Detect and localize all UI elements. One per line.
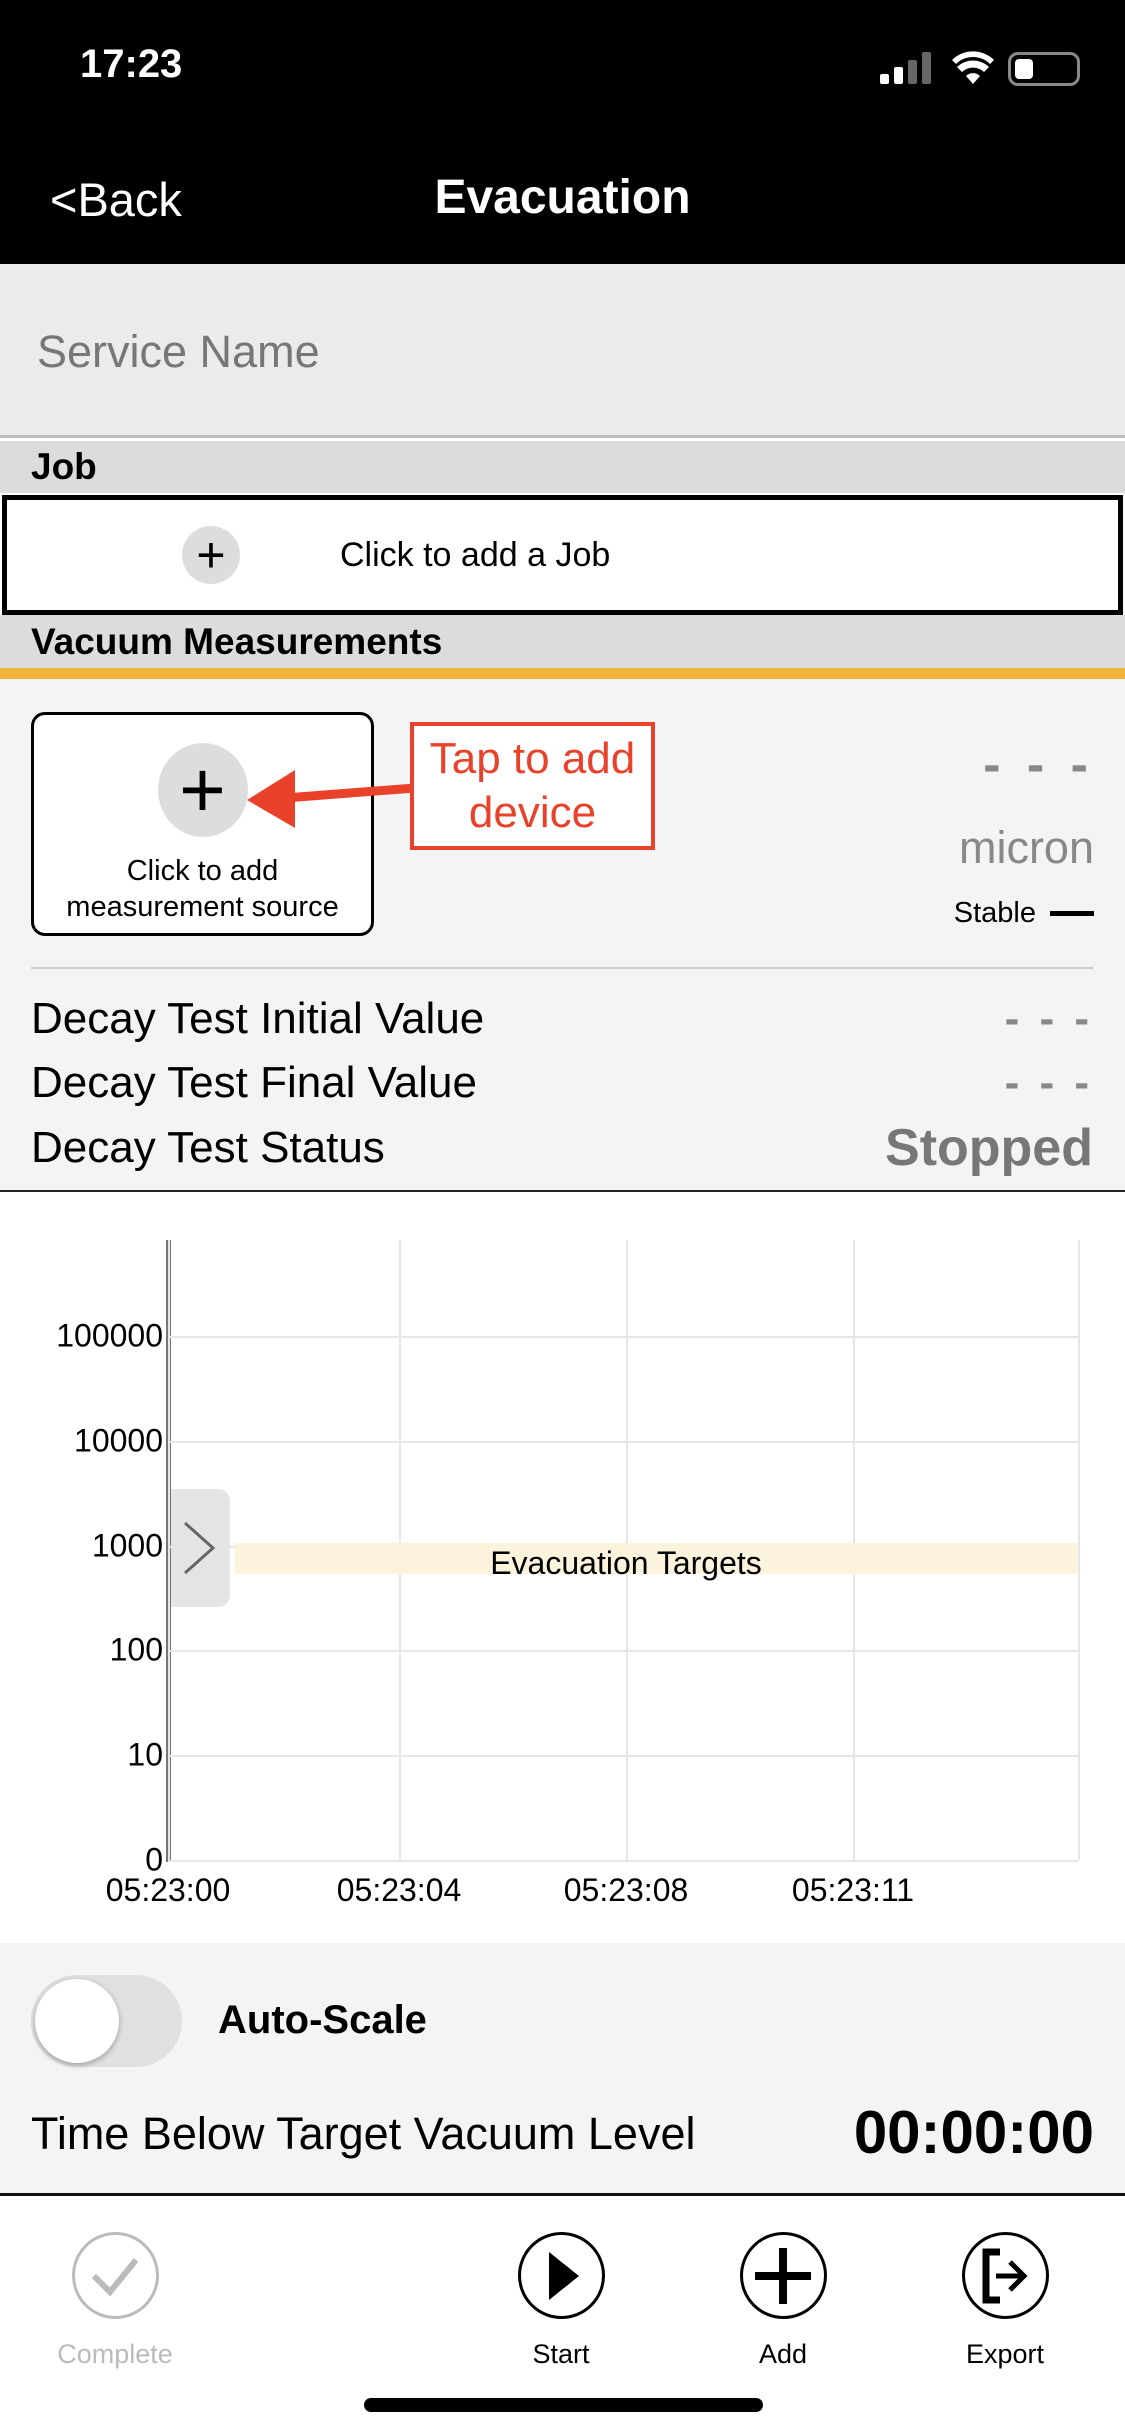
y-tick-label: 10 bbox=[127, 1736, 163, 1773]
auto-scale-toggle[interactable] bbox=[31, 1975, 182, 2067]
vacuum-reading: - - - bbox=[983, 736, 1094, 794]
add-source-label-2: measurement source bbox=[66, 891, 339, 923]
stability-indicator: Stable bbox=[954, 897, 1094, 930]
y-tick-label: 0 bbox=[145, 1841, 163, 1878]
y-tick-label: 100 bbox=[109, 1631, 163, 1668]
annotation-text: Tap to add bbox=[429, 734, 636, 783]
y-tick-label: 1000 bbox=[91, 1527, 163, 1564]
decay-row: Decay Test Status Stopped bbox=[31, 1118, 1093, 1178]
checkmark-circle-icon bbox=[71, 2232, 159, 2319]
x-tick-label: 05:23:11 bbox=[791, 1872, 915, 1908]
divider bbox=[31, 967, 1093, 969]
gridline-h bbox=[168, 1336, 1078, 1338]
annotation-text-2: device bbox=[468, 788, 597, 837]
decay-label: Decay Test Final Value bbox=[31, 1058, 477, 1107]
gridline-h bbox=[168, 1860, 1078, 1862]
decay-row: Decay Test Final Value - - - bbox=[31, 1053, 1093, 1113]
export-circle-icon bbox=[961, 2232, 1049, 2319]
service-name-field[interactable]: Service Name bbox=[0, 264, 1125, 438]
stability-label: Stable bbox=[953, 897, 1036, 929]
band-label: Evacuation Targets bbox=[490, 1545, 762, 1581]
service-name-placeholder: Service Name bbox=[37, 326, 320, 377]
add-job-label: Click to add a Job bbox=[340, 535, 611, 574]
tab-label: Complete bbox=[57, 2339, 173, 2369]
accent-divider bbox=[0, 668, 1125, 679]
annotation-arrow-icon bbox=[247, 770, 415, 828]
add-source-label: Click to add bbox=[126, 855, 279, 887]
wifi-icon bbox=[952, 50, 994, 89]
x-tick-label: 05:23:00 bbox=[105, 1872, 231, 1908]
decay-value: - - - bbox=[1004, 994, 1093, 1043]
status-time: 17:23 bbox=[80, 42, 183, 86]
decay-label: Decay Test Initial Value bbox=[31, 994, 485, 1043]
plus-circle-icon bbox=[739, 2232, 827, 2319]
y-tick-label: 100000 bbox=[56, 1317, 163, 1354]
decay-label: Decay Test Status bbox=[31, 1123, 385, 1172]
vacuum-unit: micron bbox=[958, 822, 1094, 873]
play-circle-icon bbox=[517, 2232, 605, 2319]
plus-icon: + bbox=[157, 743, 248, 837]
complete-button[interactable]: Complete bbox=[40, 2232, 190, 2370]
annotation-callout: Tap to add device bbox=[410, 722, 655, 850]
gridline-v bbox=[1078, 1240, 1080, 1860]
tab-label: Add bbox=[758, 2339, 808, 2369]
stability-dash-icon bbox=[1050, 911, 1094, 916]
signal-icon bbox=[880, 52, 936, 84]
vacuum-section-header: Vacuum Measurements bbox=[0, 615, 1125, 668]
add-button[interactable]: Add bbox=[708, 2232, 858, 2370]
y-tick-label: 10000 bbox=[74, 1422, 163, 1459]
plus-icon: + bbox=[182, 526, 240, 584]
export-button[interactable]: Export bbox=[930, 2232, 1080, 2370]
tab-label: Start bbox=[532, 2339, 590, 2369]
x-tick-label: 05:23:08 bbox=[563, 1872, 689, 1908]
job-section-header: Job bbox=[0, 441, 1125, 493]
x-tick-label: 05:23:04 bbox=[336, 1872, 462, 1908]
decay-value: - - - bbox=[1004, 1058, 1093, 1107]
time-below-label: Time Below Target Vacuum Level bbox=[31, 2108, 696, 2159]
gridline-h bbox=[168, 1440, 1078, 1443]
start-button[interactable]: Start bbox=[486, 2232, 636, 2370]
page-title: Evacuation bbox=[0, 170, 1125, 225]
decay-status: Stopped bbox=[885, 1119, 1093, 1177]
gridline-h bbox=[168, 1755, 1078, 1758]
home-indicator bbox=[364, 2398, 763, 2412]
battery-icon bbox=[1008, 52, 1080, 86]
top-bar: 17:23 <Back Evacuation bbox=[0, 0, 1125, 264]
chevron-right-icon bbox=[184, 1521, 216, 1575]
expand-handle[interactable] bbox=[171, 1489, 230, 1607]
auto-scale-label: Auto-Scale bbox=[218, 1998, 427, 2042]
gridline-h bbox=[168, 1650, 1078, 1653]
add-job-button[interactable]: + Click to add a Job bbox=[2, 495, 1123, 615]
toggle-knob bbox=[35, 1979, 119, 2063]
decay-row: Decay Test Initial Value - - - bbox=[31, 989, 1093, 1049]
time-below-value: 00:00:00 bbox=[853, 2099, 1094, 2166]
tab-label: Export bbox=[965, 2339, 1045, 2369]
title-text: Evacuation bbox=[434, 171, 691, 224]
